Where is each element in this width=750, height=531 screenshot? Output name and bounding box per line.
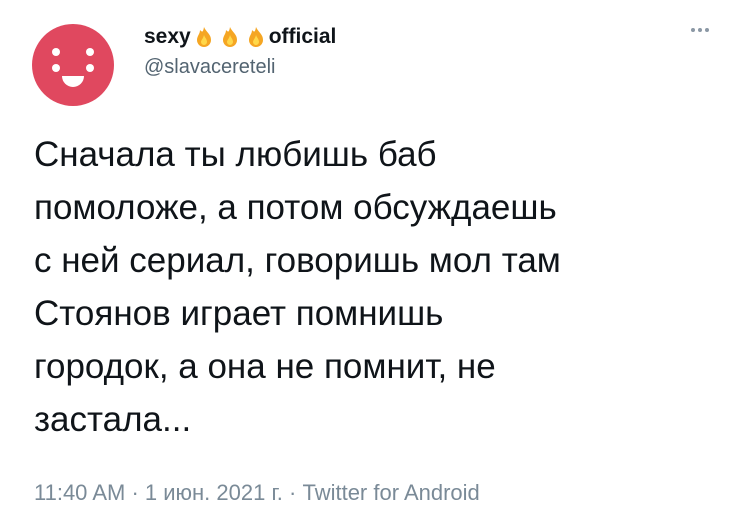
meta-separator: · (125, 480, 145, 505)
tweet-text: Сначала ты любишь баб помоложе, а потом … (34, 135, 561, 439)
avatar-eye (52, 48, 60, 56)
tweet-client[interactable]: Twitter for Android (302, 480, 479, 505)
avatar-eye (52, 64, 60, 72)
tweet-meta: 11:40 AM · 1 июн. 2021 г. · Twitter for … (34, 480, 480, 506)
meta-separator: · (282, 480, 303, 505)
avatar-eye (86, 48, 94, 56)
more-dot (691, 28, 695, 32)
user-handle[interactable]: @slavacereteli (144, 56, 275, 79)
more-dot (698, 28, 702, 32)
more-dot (705, 28, 709, 32)
display-name-suffix: official (268, 25, 337, 48)
tweet-time[interactable]: 11:40 AM (34, 480, 125, 505)
fire-icon (196, 27, 211, 47)
tweet-date[interactable]: 1 июн. 2021 г. (145, 480, 283, 505)
avatar-mouth (62, 76, 84, 87)
fire-icon (222, 27, 237, 47)
avatar-eye (86, 64, 94, 72)
display-name-prefix: sexy (144, 25, 191, 48)
more-options-icon[interactable] (680, 20, 720, 40)
display-name[interactable]: sexy official (144, 20, 336, 54)
fire-icon (248, 27, 263, 47)
avatar[interactable] (32, 24, 114, 106)
